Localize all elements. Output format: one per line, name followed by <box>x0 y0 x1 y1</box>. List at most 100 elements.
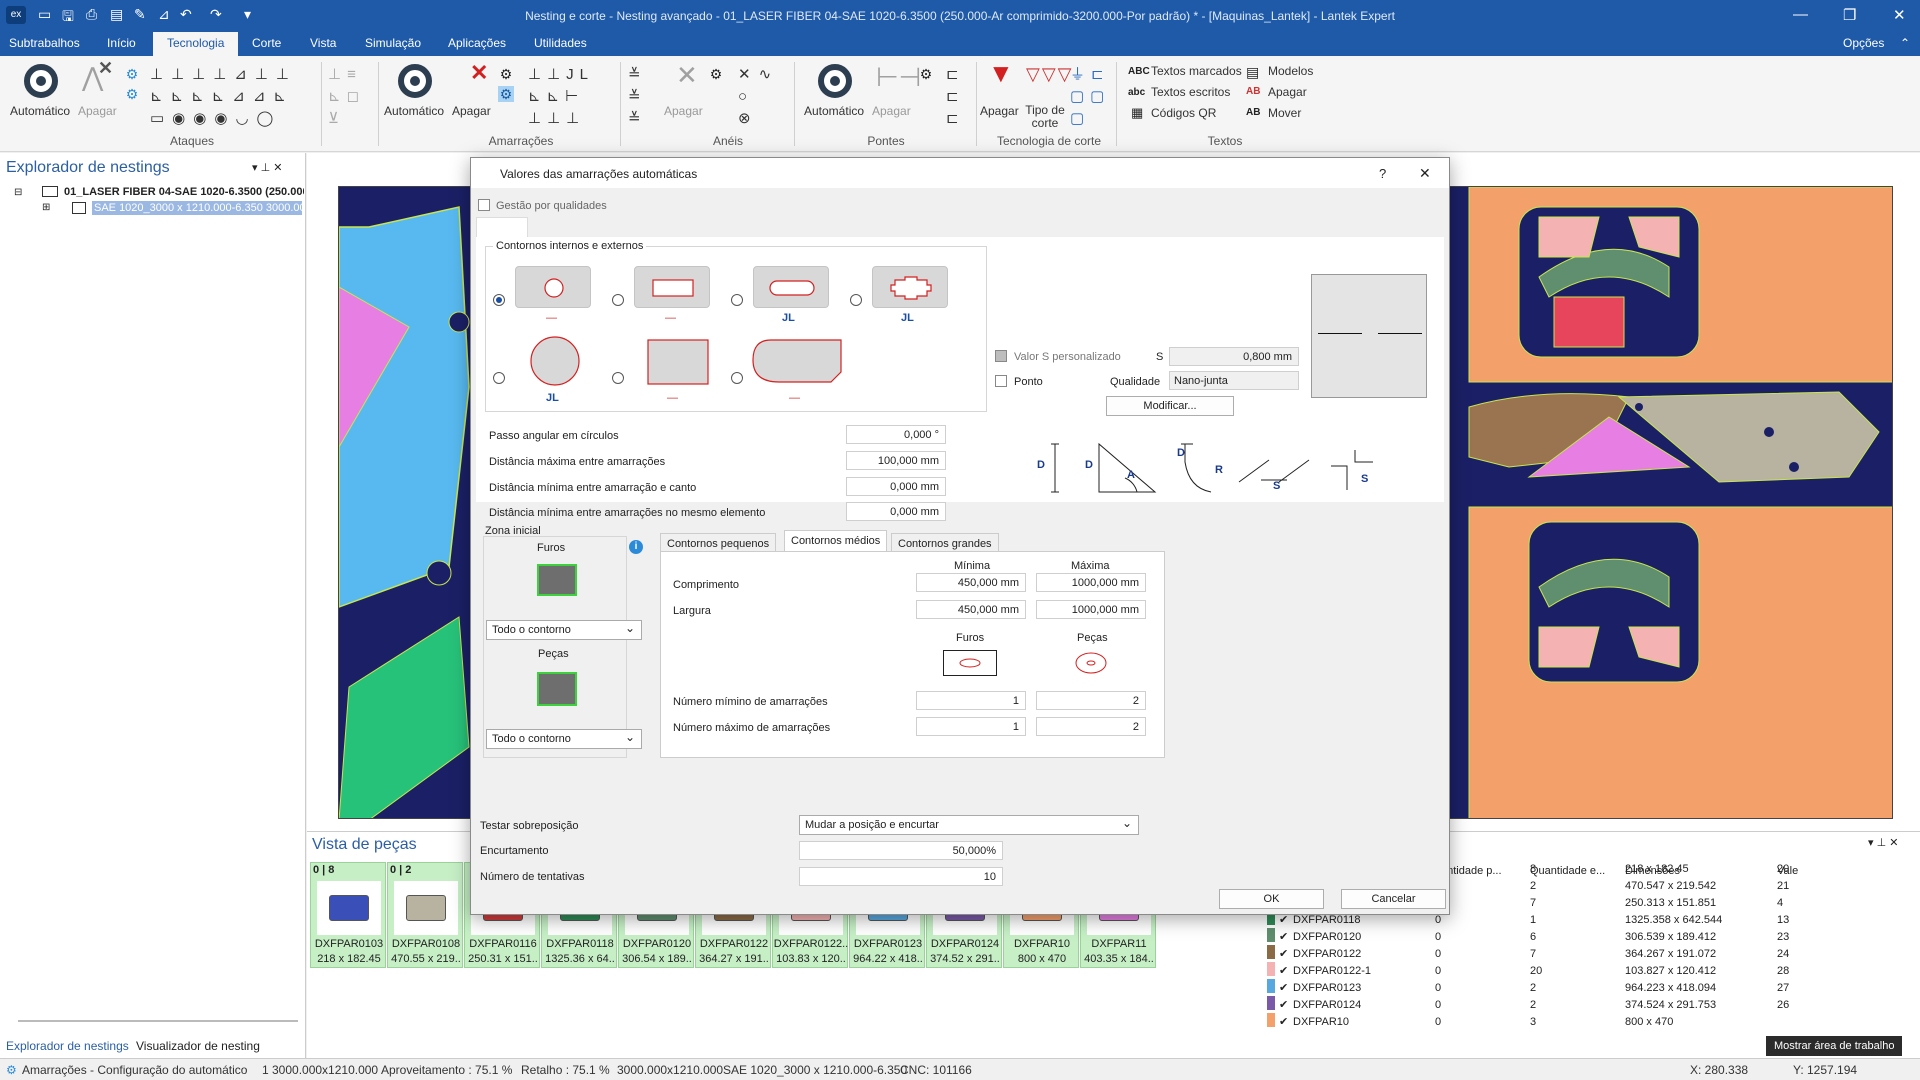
part-card[interactable]: 0 | 8 DXFPAR0103 218 x 182.45 <box>310 862 386 968</box>
tab-vista[interactable]: Vista <box>310 36 336 50</box>
dist-elem-input[interactable]: 0,000 mm <box>846 502 946 521</box>
textos-mover-button[interactable]: Mover <box>1268 106 1301 120</box>
aneis-settings-icon[interactable]: ⚙ <box>708 66 724 82</box>
amarracoes-gear-icon[interactable] <box>398 64 432 98</box>
row-check-icon[interactable]: ✔ <box>1277 979 1291 996</box>
tree-sheet-item[interactable]: SAE 1020_3000 x 1210.000-6.350 3000.000 <box>92 201 302 215</box>
row-check-icon[interactable]: ✔ <box>1277 1013 1291 1030</box>
table-panel-controls-icon[interactable]: ▾ ⊥ ✕ <box>1868 836 1898 849</box>
tree-expand-icon[interactable]: ⊞ <box>42 202 50 213</box>
s-value-input[interactable]: 0,800 mm <box>1169 347 1299 366</box>
tab-visualizador-nesting[interactable]: Visualizador de nesting <box>136 1039 260 1053</box>
textos-marcados-button[interactable]: Textos marcados <box>1151 64 1242 78</box>
minimize-button[interactable]: — <box>1793 6 1808 23</box>
contour-radio-3[interactable] <box>731 294 743 306</box>
close-dialog-button[interactable]: ✕ <box>1419 165 1431 182</box>
modificar-button[interactable]: Modificar... <box>1106 396 1234 416</box>
horizontal-scrollbar[interactable] <box>18 1020 298 1022</box>
cancel-button[interactable]: Cancelar <box>1341 889 1446 909</box>
row-check-icon[interactable]: ✔ <box>1277 962 1291 979</box>
dist-max-input[interactable]: 100,000 mm <box>846 451 946 470</box>
row-check-icon[interactable]: ✔ <box>1277 945 1291 962</box>
row-check-icon[interactable]: ✔ <box>1277 996 1291 1013</box>
piece-red-plate[interactable] <box>1553 296 1625 348</box>
ponto-checkbox[interactable] <box>995 375 1007 387</box>
ataques-extra-tools[interactable]: ⊥≡ ⊾◻ ⊻ <box>328 64 372 132</box>
ataques-automatico-label[interactable]: Automático <box>10 104 70 118</box>
tab-corte[interactable]: Corte <box>252 36 281 50</box>
amarracoes-automatico-label[interactable]: Automático <box>384 104 444 118</box>
amarracoes-active-settings-icon[interactable]: ⚙ <box>498 86 514 102</box>
piece-green[interactable] <box>339 616 470 819</box>
cut-type-icon[interactable]: ▽▽▽ <box>1026 64 1074 85</box>
tipo-corte-label[interactable]: Tipo de corte <box>1024 104 1066 130</box>
table-row[interactable]: ✔ DXFPAR0122 0 7 364.267 x 191.072 24 <box>1265 945 1835 962</box>
part-card[interactable]: 0 | 2 DXFPAR0108 470.55 x 219.. <box>387 862 463 968</box>
pontes-gear-icon[interactable] <box>818 64 852 98</box>
amarracoes-tool-grid[interactable]: ⊥⊥JL ⊾⊾⊢ ⊥⊥⊥ <box>528 64 600 132</box>
encurtamento-input[interactable]: 50,000% <box>799 841 1003 860</box>
automatic-gear-icon[interactable] <box>24 64 58 98</box>
cut-apagar-icon[interactable]: ▼ <box>988 58 1014 89</box>
textos-escritos-icon[interactable]: abc <box>1128 87 1145 98</box>
textos-apagar-button[interactable]: Apagar <box>1268 85 1307 99</box>
table-row[interactable]: ✔ DXFPAR0123 0 2 964.223 x 418.094 27 <box>1265 979 1835 996</box>
ok-button[interactable]: OK <box>1219 889 1324 909</box>
contour-radio-2[interactable] <box>612 294 624 306</box>
piece-light-pink[interactable] <box>1538 216 1600 258</box>
panel-menu-icon[interactable]: ▾ ⊥ ✕ <box>252 161 282 174</box>
num-min-pecas-input[interactable]: 2 <box>1036 691 1146 710</box>
pontes-apagar-ghost-icon[interactable]: ⊢⊣ <box>876 62 921 93</box>
aneis-tool-grid[interactable]: ✕∿ ○ ⊗ <box>738 64 786 132</box>
row-check-icon[interactable]: ✔ <box>1277 928 1291 945</box>
pontes-apagar-label[interactable]: Apagar <box>872 104 911 118</box>
comprimento-max-input[interactable]: 1000,000 mm <box>1036 573 1146 592</box>
tree-collapse-icon[interactable]: ⊟ <box>14 187 22 198</box>
apagar-red-x-icon[interactable]: ✕ <box>470 60 488 86</box>
cut-apagar-label[interactable]: Apagar <box>980 104 1019 118</box>
num-max-furos-input[interactable]: 1 <box>916 717 1026 736</box>
contour-radio-7[interactable] <box>731 372 743 384</box>
pontes-automatico-label[interactable]: Automático <box>804 104 864 118</box>
pecas-zona-select[interactable]: Todo o contorno <box>486 729 642 749</box>
ataques-apagar-label[interactable]: Apagar <box>78 104 117 118</box>
cut-tool-grid[interactable]: ⏚⊏ ▢▢ ▢ <box>1070 64 1110 132</box>
textos-mover-icon[interactable]: AB <box>1246 107 1260 118</box>
passo-input[interactable]: 0,000 ° <box>846 425 946 444</box>
tab-explorador-nestings[interactable]: Explorador de nestings <box>6 1039 129 1053</box>
tab-inicio[interactable]: Início <box>107 36 136 50</box>
delete-x-icon[interactable]: ✕ <box>98 58 113 79</box>
textos-marcados-icon[interactable]: ABC <box>1128 66 1150 77</box>
tab-tecnologia[interactable]: Tecnologia <box>153 32 239 56</box>
dist-canto-input[interactable]: 0,000 mm <box>846 477 946 496</box>
info-icon[interactable]: i <box>629 540 643 554</box>
table-row[interactable]: ✔ DXFPAR0122-1 0 20 103.827 x 120.412 28 <box>1265 962 1835 979</box>
amarracoes-settings-icon[interactable]: ⚙ <box>498 66 514 82</box>
contour-radio-6[interactable] <box>612 372 624 384</box>
qualidade-input[interactable]: Nano-junta <box>1169 371 1299 390</box>
modelos-icon[interactable]: ▤ <box>1246 64 1259 81</box>
help-button[interactable]: ? <box>1379 166 1386 181</box>
piece-light-pink-3[interactable] <box>1538 626 1600 668</box>
comprimento-min-input[interactable]: 450,000 mm <box>916 573 1026 592</box>
modelos-button[interactable]: Modelos <box>1268 64 1313 78</box>
table-row[interactable]: ✔ DXFPAR0124 0 2 374.524 x 291.753 26 <box>1265 996 1835 1013</box>
pontes-settings-icon[interactable]: ⚙ <box>918 66 934 82</box>
pontes-tool-grid[interactable]: ⊏ ⊏ ⊏ <box>946 64 964 132</box>
num-min-furos-input[interactable]: 1 <box>916 691 1026 710</box>
amarracoes-apagar-label[interactable]: Apagar <box>452 104 491 118</box>
contour-radio-5[interactable] <box>493 372 505 384</box>
tab-simulacao[interactable]: Simulação <box>365 36 421 50</box>
codigos-qr-button[interactable]: Códigos QR <box>1151 106 1216 120</box>
textos-apagar-icon[interactable]: AB <box>1246 86 1260 97</box>
valor-s-checkbox[interactable] <box>995 350 1007 362</box>
contour-radio-1[interactable] <box>493 294 505 306</box>
largura-min-input[interactable]: 450,000 mm <box>916 600 1026 619</box>
options-menu[interactable]: Opções <box>1843 36 1884 50</box>
settings-icon[interactable]: ⚙ <box>124 66 140 82</box>
furos-zona-select[interactable]: Todo o contorno <box>486 620 642 640</box>
largura-max-input[interactable]: 1000,000 mm <box>1036 600 1146 619</box>
tab-subtrabalhos[interactable]: Subtrabalhos <box>9 36 80 50</box>
restore-button[interactable]: ❐ <box>1843 6 1856 24</box>
qualities-tab[interactable] <box>476 217 528 237</box>
